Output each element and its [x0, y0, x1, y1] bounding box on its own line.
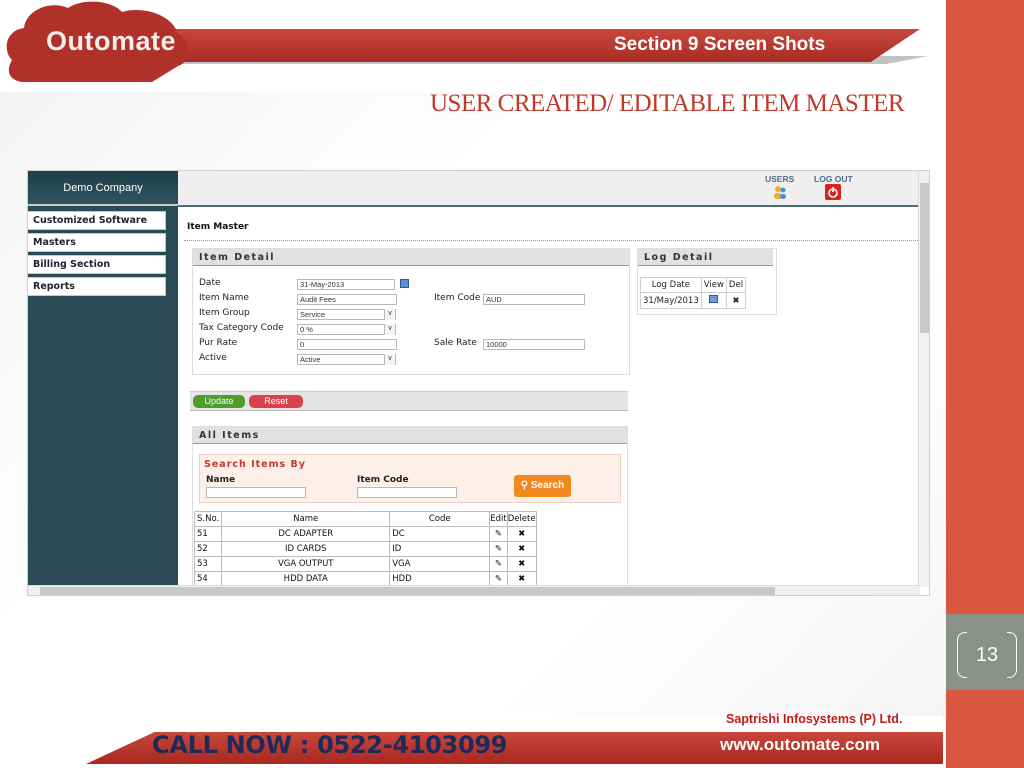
sidebar-item-masters[interactable]: Masters — [28, 233, 166, 252]
horizontal-scrollbar[interactable] — [28, 585, 920, 595]
item-code-label: Item Code — [434, 293, 481, 303]
table-row: 52 ID CARDS ID ✎ ✖ — [193, 541, 537, 557]
section-title: Section 9 Screen Shots — [614, 34, 826, 55]
users-icon — [773, 186, 786, 199]
name-cell: DC ADAPTER — [221, 526, 391, 542]
item-group-select[interactable]: Service — [297, 309, 396, 320]
divider — [184, 240, 920, 241]
page-number: 13 — [957, 632, 1017, 678]
edit-pencil-icon[interactable]: ✎ — [489, 541, 508, 557]
log-table: Log Date View Del 31/May/2013 ✖ — [640, 277, 747, 309]
call-now-text: CALL NOW : 0522-4103099 — [152, 731, 508, 759]
sidebar-item-billing-section[interactable]: Billing Section — [28, 255, 166, 274]
active-label: Active — [199, 353, 227, 363]
log-detail-heading: Log Detail — [638, 249, 773, 266]
delete-icon[interactable]: ✖ — [506, 556, 537, 572]
users-button[interactable]: USERS — [765, 174, 794, 202]
search-code-label: Item Code — [357, 475, 409, 485]
view-icon[interactable] — [700, 292, 727, 309]
tax-category-select[interactable]: 0 % — [297, 324, 396, 335]
code-cell: DC — [389, 526, 491, 542]
code-header: Code — [389, 511, 491, 527]
sidebar: Demo Company Customized Software Masters… — [28, 171, 178, 587]
power-icon — [825, 184, 842, 200]
update-button[interactable]: Update — [193, 395, 245, 408]
items-table: S.No. Name Code Edit Delete 51 DC ADAPTE… — [193, 511, 537, 587]
item-detail-panel: Item Detail Date 31-May-2013 Item Name A… — [192, 248, 630, 375]
view-header: View — [700, 277, 727, 293]
edit-pencil-icon[interactable]: ✎ — [489, 526, 508, 542]
sidebar-item-reports[interactable]: Reports — [28, 277, 166, 296]
reset-button[interactable]: Reset — [249, 395, 303, 408]
table-row: 53 VGA OUTPUT VGA ✎ ✖ — [193, 556, 537, 572]
action-bar: Update Reset — [190, 391, 628, 411]
calendar-icon[interactable] — [400, 279, 409, 288]
date-field[interactable]: 31-May-2013 — [297, 279, 395, 290]
log-date-cell: 31/May/2013 — [640, 292, 702, 309]
name-cell: VGA OUTPUT — [221, 556, 391, 572]
search-heading: Search Items By — [204, 459, 306, 470]
item-name-label: Item Name — [199, 293, 249, 303]
sale-rate-label: Sale Rate — [434, 338, 477, 348]
delete-icon[interactable]: ✖ — [506, 541, 537, 557]
edit-header: Edit — [489, 511, 508, 527]
table-row: 31/May/2013 ✖ — [640, 292, 747, 309]
scroll-thumb[interactable] — [920, 183, 929, 333]
del-header: Del — [725, 277, 747, 293]
search-box: Search Items By Name Item Code ⚲ Search — [199, 454, 621, 503]
pur-rate-field[interactable]: 0 — [297, 339, 397, 350]
top-bar: USERS LOG OUT — [178, 171, 920, 207]
log-date-header: Log Date — [640, 277, 702, 293]
logout-button[interactable]: LOG OUT — [814, 174, 853, 202]
sno-cell: 52 — [193, 541, 223, 557]
search-button[interactable]: ⚲ Search — [514, 475, 571, 497]
code-cell: VGA — [389, 556, 491, 572]
edit-pencil-icon[interactable]: ✎ — [489, 556, 508, 572]
table-row: 51 DC ADAPTER DC ✎ ✖ — [193, 526, 537, 542]
slide-title: USER CREATED/ EDITABLE ITEM MASTER — [430, 90, 905, 117]
sno-cell: 53 — [193, 556, 223, 572]
sno-cell: 51 — [193, 526, 223, 542]
pur-rate-label: Pur Rate — [199, 338, 238, 348]
vertical-scrollbar[interactable] — [918, 171, 929, 587]
delete-icon[interactable]: ✖ — [725, 292, 747, 309]
item-detail-heading: Item Detail — [193, 249, 629, 266]
search-code-field[interactable] — [357, 487, 457, 498]
company-name: Demo Company — [28, 171, 178, 206]
app-window: Demo Company Customized Software Masters… — [27, 170, 930, 596]
search-name-label: Name — [206, 475, 236, 485]
item-code-field[interactable]: AUD — [483, 294, 585, 305]
slide-header: Outomate Section 9 Screen Shots — [0, 0, 940, 92]
date-label: Date — [199, 278, 221, 288]
website-link[interactable]: www.outomate.com — [720, 735, 880, 755]
sno-header: S.No. — [193, 511, 223, 527]
sale-rate-field[interactable]: 10000 — [483, 339, 585, 350]
log-detail-panel: Log Detail Log Date View Del 31/May/2013… — [637, 248, 777, 315]
item-group-label: Item Group — [199, 308, 250, 318]
all-items-heading: All Items — [193, 427, 627, 444]
active-select[interactable]: Active — [297, 354, 396, 365]
sidebar-item-customized-software[interactable]: Customized Software — [28, 211, 166, 230]
search-icon: ⚲ — [520, 480, 531, 491]
code-cell: ID — [389, 541, 491, 557]
name-header: Name — [221, 511, 391, 527]
company-name-footer: Saptrishi Infosystems (P) Ltd. — [726, 712, 903, 726]
item-name-field[interactable]: Audit Fees — [297, 294, 397, 305]
page-title: Item Master — [187, 222, 249, 232]
name-cell: ID CARDS — [221, 541, 391, 557]
search-name-field[interactable] — [206, 487, 306, 498]
delete-header: Delete — [506, 511, 537, 527]
logo-text: Outomate — [46, 26, 177, 56]
delete-icon[interactable]: ✖ — [506, 526, 537, 542]
scroll-thumb[interactable] — [40, 587, 775, 595]
content-area: Item Master Item Detail Date 31-May-2013… — [178, 215, 920, 591]
tax-category-label: Tax Category Code — [199, 323, 284, 333]
